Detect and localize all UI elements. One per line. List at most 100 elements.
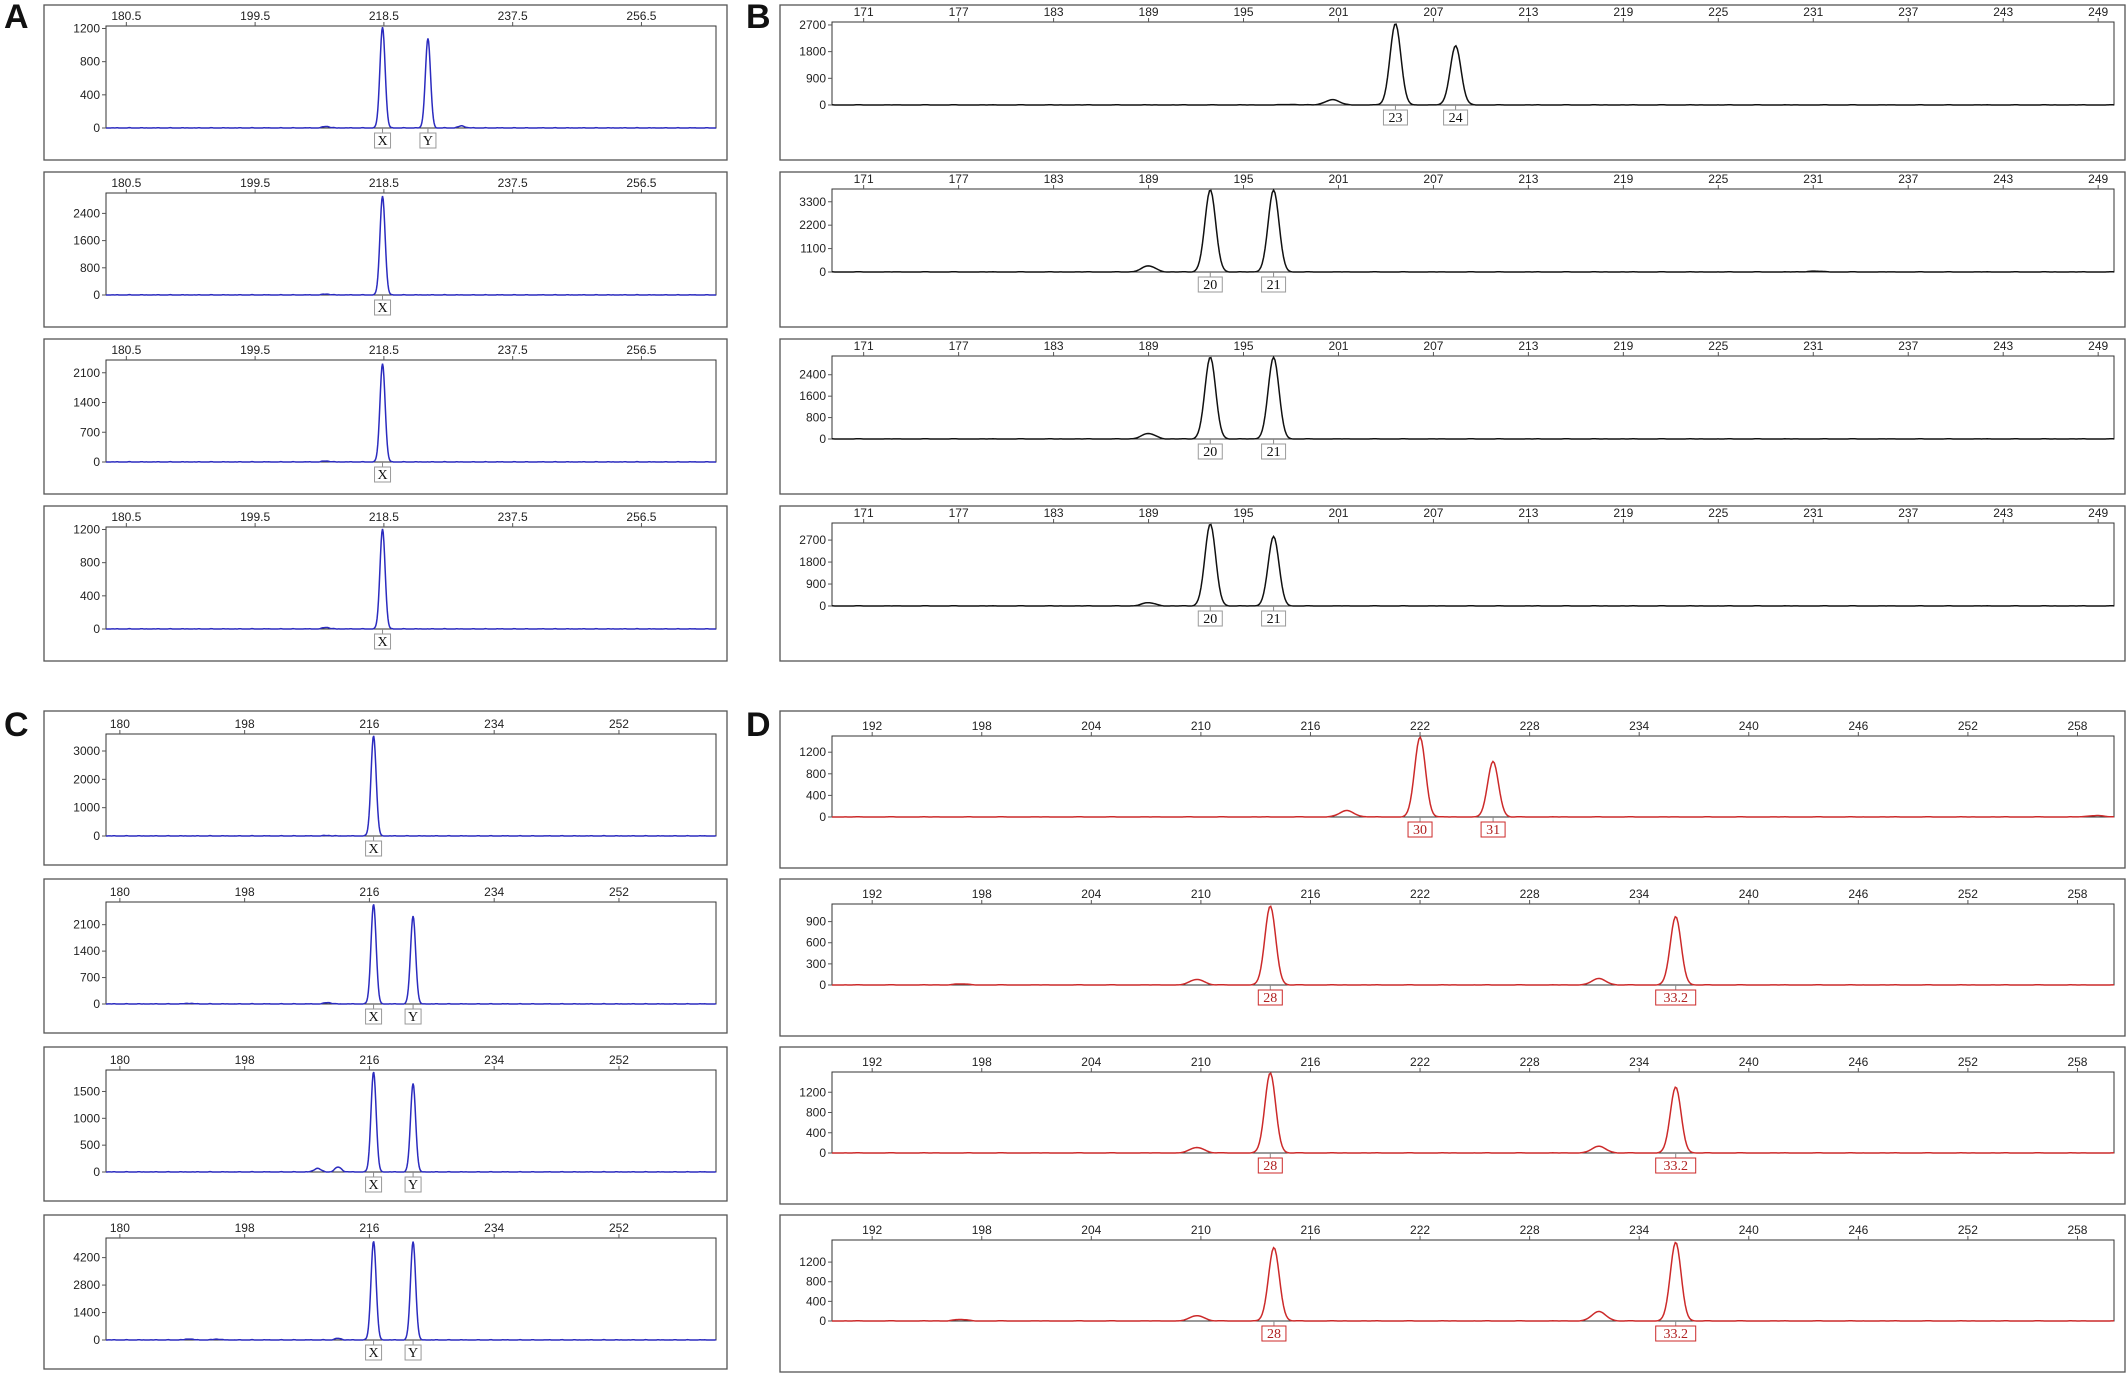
x-tick-label: 207 <box>1423 5 1443 19</box>
x-tick-label: 216 <box>359 1221 379 1235</box>
x-tick-label: 256.5 <box>626 510 656 524</box>
x-tick-label: 234 <box>484 1053 504 1067</box>
x-tick-label: 195 <box>1233 172 1253 186</box>
x-tick-label: 171 <box>854 172 874 186</box>
trace-plot: 180 198 216 234 252 0 1400 2800 4200 X Y <box>43 1214 728 1370</box>
x-tick-label: 198 <box>235 1053 255 1067</box>
x-tick-label: 177 <box>949 172 969 186</box>
x-tick-label: 216 <box>359 1053 379 1067</box>
x-tick-label: 210 <box>1191 1223 1211 1237</box>
y-tick-label: 2100 <box>73 918 100 932</box>
x-tick-label: 198 <box>972 719 992 733</box>
trace-plot: 192 198 204 210 216 222 228 234 240 246 252 258 0 400… <box>779 1046 2126 1205</box>
panel-a: A 180.5 199.5 218.5 237.5 256.504008001200X Y1… <box>4 0 728 662</box>
x-tick-label: 189 <box>1139 506 1159 520</box>
x-tick-label: 218.5 <box>369 343 399 357</box>
allele-label: 33.2 <box>1663 1159 1688 1174</box>
x-tick-label: 258 <box>2067 1223 2087 1237</box>
y-tick-label: 0 <box>819 978 826 992</box>
x-tick-label: 192 <box>862 887 882 901</box>
x-tick-label: 195 <box>1233 506 1253 520</box>
x-tick-label: 189 <box>1139 172 1159 186</box>
panel-c: C 180 198 216 234 252 0 1000 2000 3000 X 180 198 216 2… <box>4 706 728 1370</box>
trace-plot: 180.5 199.5 218.5 237.5 256.5 0 400 800 1200 X <box>43 505 728 662</box>
x-tick-label: 222 <box>1410 887 1430 901</box>
x-tick-label: 183 <box>1044 172 1064 186</box>
x-tick-label: 192 <box>862 1055 882 1069</box>
x-tick-label: 234 <box>1629 719 1649 733</box>
y-tick-label: 0 <box>93 288 100 302</box>
panel-d: D 192 198 204 210 216 222 228 234 240 246 252 258 0 40… <box>746 706 2126 1373</box>
x-tick-label: 246 <box>1848 1223 1868 1237</box>
y-tick-label: 0 <box>819 432 826 446</box>
x-tick-label: 225 <box>1708 5 1728 19</box>
allele-label: X <box>369 842 379 857</box>
trace-plot: 180 198 216 234 252 0 700 1400 2100 X Y <box>43 878 728 1034</box>
x-tick-label: 171 <box>854 506 874 520</box>
y-tick-label: 1200 <box>73 522 100 536</box>
y-tick-label: 900 <box>806 71 826 85</box>
x-tick-label: 252 <box>609 717 629 731</box>
x-tick-label: 216 <box>359 885 379 899</box>
x-tick-label: 216 <box>1300 719 1320 733</box>
allele-label: 20 <box>1203 278 1217 293</box>
x-tick-label: 183 <box>1044 339 1064 353</box>
allele-label: 23 <box>1388 111 1402 126</box>
x-tick-label: 201 <box>1328 506 1348 520</box>
trace-plot: 180.5 199.5 218.5 237.5 256.5 0 800 1600 2400 X <box>43 171 728 328</box>
x-tick-label: 204 <box>1081 1223 1101 1237</box>
trace-plot: 192 198 204 210 216 222 228 234 240 246 252 258 0 400… <box>779 710 2126 869</box>
trace-plot: 171 177 183 189 195 201 207 213 219 225 231 237 243 2… <box>779 505 2126 662</box>
x-tick-label: 222 <box>1410 1223 1430 1237</box>
y-tick-label: 0 <box>93 1333 100 1347</box>
y-tick-label: 800 <box>806 411 826 425</box>
x-tick-label: 231 <box>1803 172 1823 186</box>
x-tick-label: 243 <box>1993 506 2013 520</box>
x-tick-label: 213 <box>1518 339 1538 353</box>
x-tick-label: 249 <box>2088 172 2108 186</box>
x-tick-label: 180 <box>110 1053 130 1067</box>
x-tick-label: 234 <box>1629 1055 1649 1069</box>
x-tick-label: 234 <box>484 885 504 899</box>
x-tick-label: 207 <box>1423 506 1443 520</box>
y-tick-label: 0 <box>819 98 826 112</box>
allele-label: Y <box>423 134 433 149</box>
x-tick-label: 201 <box>1328 339 1348 353</box>
x-tick-label: 216 <box>1300 887 1320 901</box>
x-tick-label: 237.5 <box>498 176 528 190</box>
x-tick-label: 180.5 <box>111 9 141 23</box>
x-tick-label: 177 <box>949 506 969 520</box>
y-tick-label: 3000 <box>73 744 100 758</box>
x-tick-label: 204 <box>1081 719 1101 733</box>
y-tick-label: 1600 <box>799 389 826 403</box>
y-tick-label: 1400 <box>73 944 100 958</box>
x-tick-label: 192 <box>862 1223 882 1237</box>
x-tick-label: 252 <box>1958 887 1978 901</box>
x-tick-label: 256.5 <box>626 9 656 23</box>
y-tick-label: 700 <box>80 971 100 985</box>
y-tick-label: 300 <box>806 957 826 971</box>
y-tick-label: 0 <box>93 121 100 135</box>
x-tick-label: 201 <box>1328 5 1348 19</box>
x-tick-label: 237 <box>1898 5 1918 19</box>
x-tick-label: 180 <box>110 885 130 899</box>
y-tick-label: 0 <box>93 1165 100 1179</box>
trace-frame <box>779 338 2126 495</box>
x-tick-label: 237 <box>1898 172 1918 186</box>
y-tick-label: 4200 <box>73 1251 100 1265</box>
x-tick-label: 198 <box>235 1221 255 1235</box>
y-tick-label: 0 <box>93 829 100 843</box>
x-tick-label: 231 <box>1803 5 1823 19</box>
x-tick-label: 225 <box>1708 506 1728 520</box>
x-tick-label: 195 <box>1233 5 1253 19</box>
x-tick-label: 249 <box>2088 506 2108 520</box>
x-tick-label: 243 <box>1993 339 2013 353</box>
x-tick-label: 192 <box>862 719 882 733</box>
x-tick-label: 207 <box>1423 172 1443 186</box>
y-tick-label: 2200 <box>799 218 826 232</box>
y-tick-label: 2700 <box>799 18 826 32</box>
panel-label: D <box>746 706 771 744</box>
y-tick-label: 0 <box>819 599 826 613</box>
x-tick-label: 198 <box>235 885 255 899</box>
y-tick-label: 1800 <box>799 555 826 569</box>
